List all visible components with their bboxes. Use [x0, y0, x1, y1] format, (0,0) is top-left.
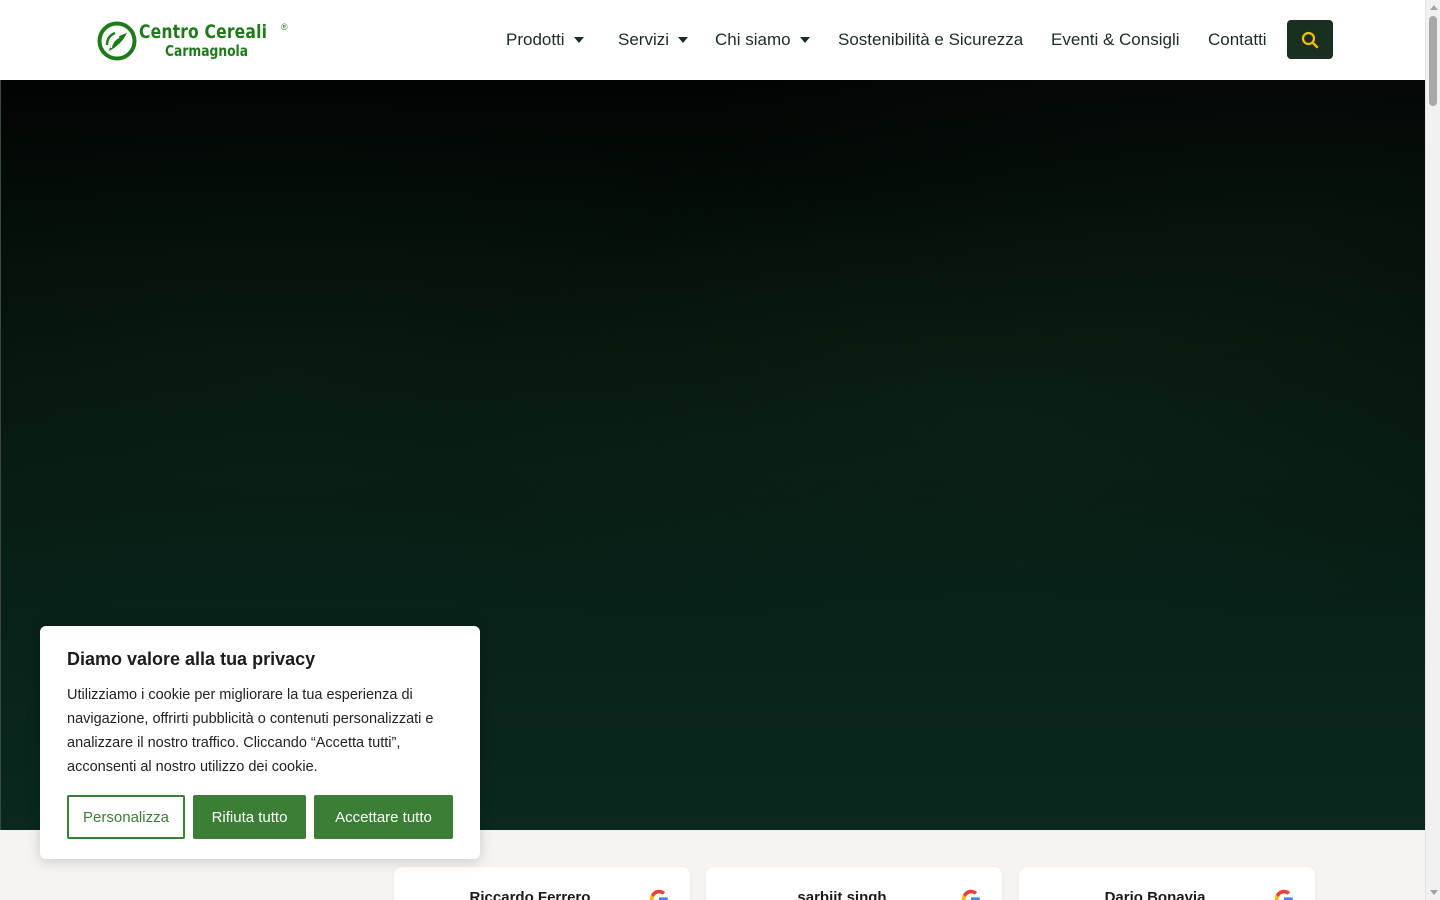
review-author: Riccardo Ferrero	[469, 889, 591, 900]
logo-leaf-icon	[97, 21, 137, 61]
google-icon	[961, 889, 980, 900]
caret-down-icon	[678, 37, 689, 43]
caret-down-icon	[573, 37, 584, 43]
nav-item-eventi[interactable]: Eventi & Consigli	[1051, 29, 1180, 51]
nav-item-contatti[interactable]: Contatti	[1208, 29, 1267, 51]
search-button[interactable]	[1287, 20, 1333, 59]
page-scrollbar[interactable]	[1425, 0, 1440, 900]
caret-down-icon	[799, 37, 810, 43]
review-card[interactable]: Dario Bonavia	[1019, 867, 1315, 900]
nav-label: Prodotti	[506, 30, 565, 49]
logo-wordmark: Centro Cereali Carmagnola	[139, 23, 295, 59]
reject-all-button[interactable]: Rifiuta tutto	[193, 795, 306, 839]
logo-line-2: Carmagnola	[165, 42, 249, 60]
nav-item-servizi[interactable]: Servizi	[618, 29, 689, 51]
customize-button[interactable]: Personalizza	[67, 795, 185, 839]
nav-label: Eventi & Consigli	[1051, 30, 1180, 49]
accept-all-button[interactable]: Accettare tutto	[314, 795, 453, 839]
search-icon	[1301, 31, 1319, 48]
cookie-consent-banner: Diamo valore alla tua privacy Utilizziam…	[40, 626, 480, 859]
nav-item-chi-siamo[interactable]: Chi siamo	[715, 29, 810, 51]
hero-edge	[0, 80, 1, 830]
nav-item-sostenibilita[interactable]: Sostenibilità e Sicurezza	[838, 29, 1023, 51]
review-author: sarbjit singh	[797, 889, 887, 900]
cookie-description: Utilizziamo i cookie per migliorare la t…	[67, 687, 434, 775]
logo-line-1: Centro Cereali	[139, 21, 268, 43]
google-icon	[649, 889, 668, 900]
nav-label: Sostenibilità e Sicurezza	[838, 30, 1024, 49]
cookie-title: Diamo valore alla tua privacy	[67, 649, 316, 669]
scroll-up-arrow-icon[interactable]	[1430, 5, 1438, 10]
nav-label: Chi siamo	[715, 30, 791, 49]
google-icon	[1274, 889, 1293, 900]
registered-mark: ®	[281, 22, 288, 32]
scroll-down-arrow-icon[interactable]	[1430, 890, 1438, 895]
brand-logo[interactable]: Centro Cereali Carmagnola ®	[97, 19, 292, 63]
nav-label: Servizi	[618, 30, 670, 49]
nav-item-prodotti[interactable]: Prodotti	[506, 29, 584, 51]
review-card[interactable]: Riccardo Ferrero	[394, 867, 690, 900]
site-header: Centro Cereali Carmagnola ® Prodotti Ser…	[0, 0, 1425, 80]
review-author: Dario Bonavia	[1104, 889, 1206, 900]
review-card[interactable]: sarbjit singh	[706, 867, 1002, 900]
nav-label: Contatti	[1208, 30, 1267, 49]
scroll-thumb[interactable]	[1429, 16, 1437, 106]
